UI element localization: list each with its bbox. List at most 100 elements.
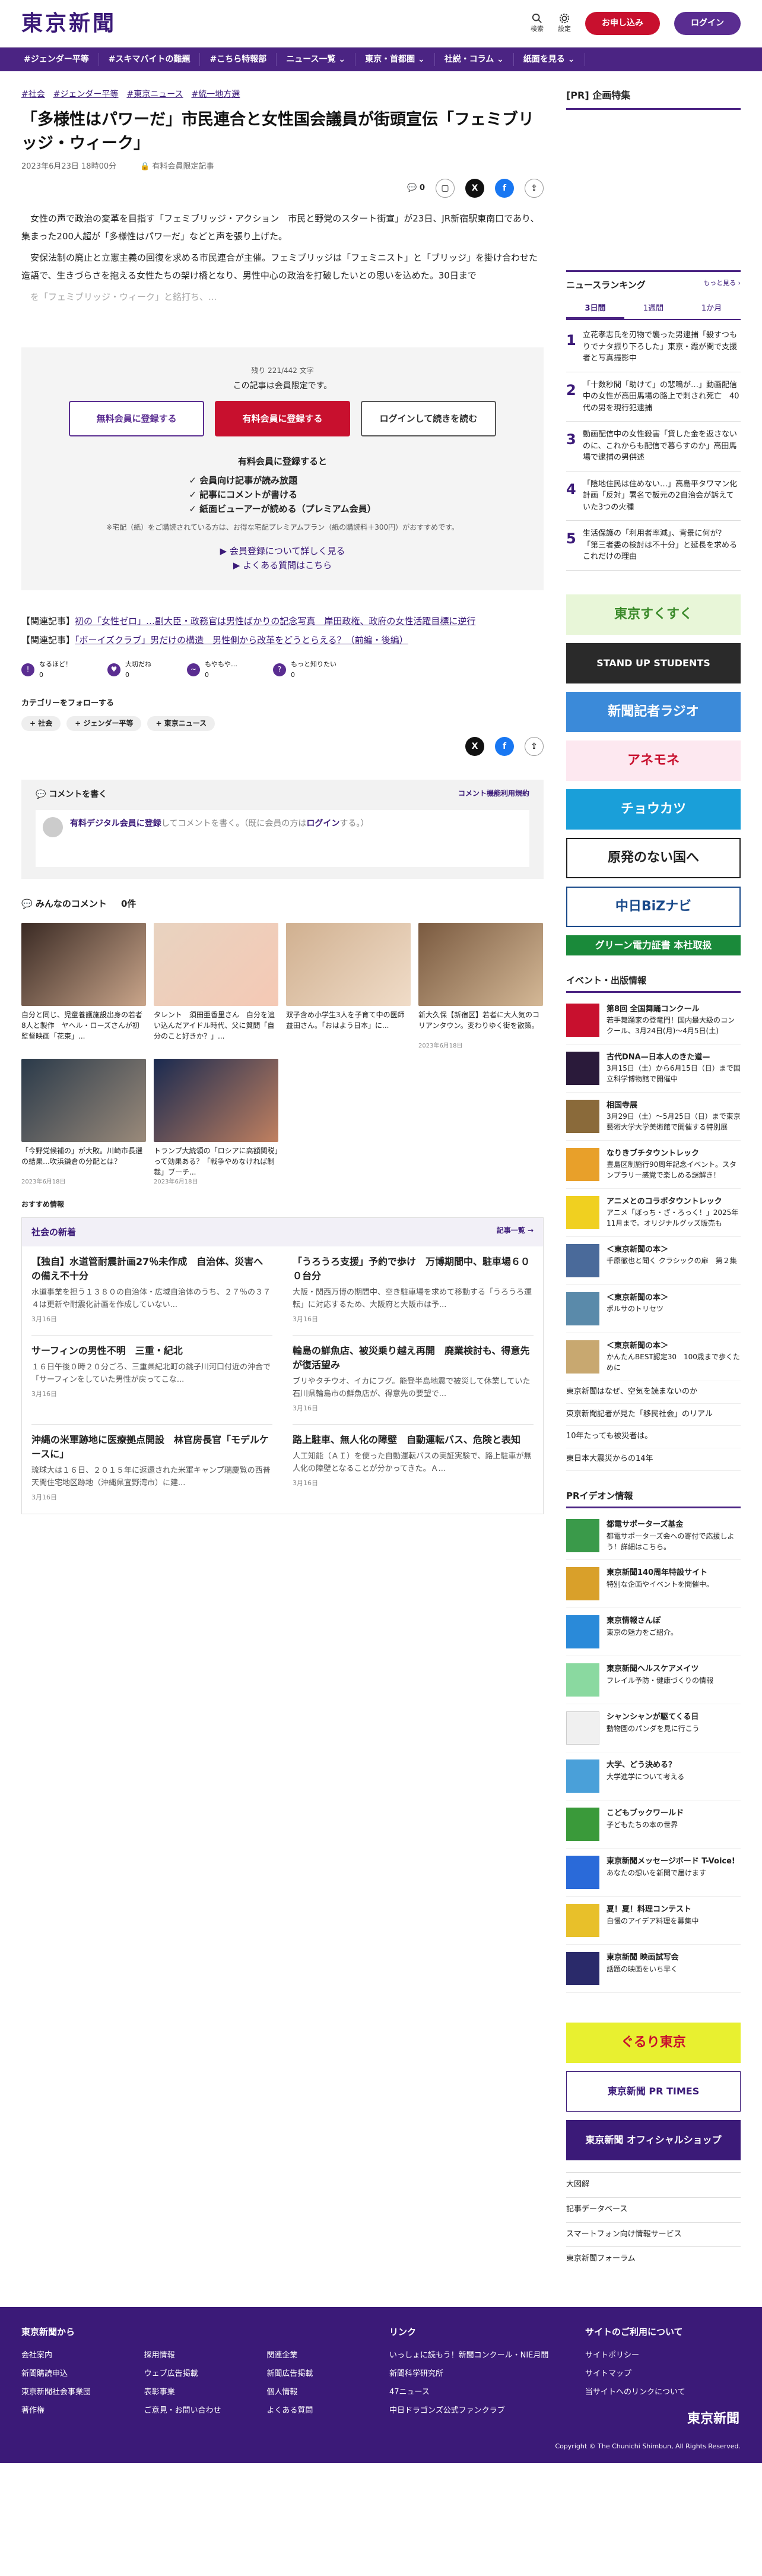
tag-link[interactable]: #ジェンダー平等 bbox=[53, 88, 119, 101]
login-button[interactable]: ログイン bbox=[674, 12, 741, 35]
sidebar-link[interactable]: 東京新聞フォーラム bbox=[566, 2246, 741, 2271]
footer-link[interactable]: いっしょに読もう！新聞コンクール・NIE月間 bbox=[389, 2350, 561, 2362]
related-link[interactable]: 初の「女性ゼロ」…副大臣・政務官は男性ばかりの記念写真 岸田政権、政府の女性活躍… bbox=[75, 616, 475, 626]
facebook-share-icon[interactable]: f bbox=[495, 737, 514, 757]
nav-item[interactable]: 東京・首都圏 ⌄ bbox=[355, 52, 435, 67]
ranking-more-link[interactable]: もっと見る › bbox=[703, 278, 741, 292]
event-item[interactable]: なりきブチタウントレック 豊島区制施行90周年記念イベント。スタンプラリー感覚で楽… bbox=[566, 1141, 741, 1189]
news-item[interactable]: 路上駐車、無人化の障壁 自動運転バス、危険と表知 人工知能（ＡＩ）を使った自動運転… bbox=[293, 1425, 534, 1514]
footer-link[interactable]: サイトポリシー bbox=[585, 2350, 739, 2362]
footer-link[interactable]: 東京新聞社会事業団 bbox=[21, 2387, 120, 2399]
photo-card[interactable]: タレント 須田亜香里さん 自分を追い込んだアイドル時代、父に質問「自分のこと好き… bbox=[154, 922, 278, 1051]
news-item[interactable]: 沖縄の米軍跡地に医療拠点開設 林官房長官「モデルケースに」 琉球大は１６日、２０１… bbox=[31, 1425, 272, 1514]
site-logo[interactable]: 東京新聞 bbox=[21, 7, 116, 41]
event-item[interactable]: ＜東京新聞の本＞ 千原徹也と聞く クラシックの扉 第２集 bbox=[566, 1237, 741, 1285]
pr-item[interactable]: 大学、どう決める？ 大学進学について考える bbox=[566, 1752, 741, 1801]
nav-item[interactable]: ニュース一覧 ⌄ bbox=[277, 52, 356, 67]
reaction-naruhodo[interactable]: ! なるほど！ 0 bbox=[21, 659, 72, 680]
faq-link[interactable]: ▶ よくある質問はこちら bbox=[233, 560, 332, 571]
footer-link[interactable]: 新聞広告掲載 bbox=[266, 2368, 366, 2381]
comment-input[interactable]: 有料デジタル会員に登録してコメントを書く。（既に会員の方はログインする。） bbox=[36, 809, 529, 867]
paid-register-button[interactable]: 有料会員に登録する bbox=[215, 401, 350, 437]
banner-prtimes[interactable]: 東京新聞 PR TIMES bbox=[566, 2071, 741, 2112]
banner-chokatsu[interactable]: チョウカツ bbox=[566, 789, 741, 830]
event-item[interactable]: ＜東京新聞の本＞ ポルサのトリセツ bbox=[566, 1285, 741, 1333]
footer-link[interactable]: 著作権 bbox=[21, 2405, 120, 2417]
footer-link[interactable]: 会社案内 bbox=[21, 2350, 120, 2362]
footer-link[interactable]: 47ニュース bbox=[389, 2387, 561, 2399]
banner-genpatsu[interactable]: 原発のない国へ bbox=[566, 837, 741, 878]
banner-shop[interactable]: 東京新聞 オフィシャルショップ bbox=[566, 2120, 741, 2161]
footer-link[interactable]: サイトマップ bbox=[585, 2368, 739, 2381]
photo-card[interactable]: 双子含め小学生3人を子育て中の医師 益田さん。「おはよう日本」に... bbox=[286, 922, 411, 1051]
footer-link[interactable]: 当サイトへのリンクについて bbox=[585, 2387, 739, 2399]
news-more-link[interactable]: 記事一覧 → bbox=[497, 1225, 534, 1239]
event-item[interactable]: 相国寺展 3月29日（土）〜5月25日（日）まで東京藝術大学大学美術館で開催する特… bbox=[566, 1093, 741, 1141]
ranking-tab-3days[interactable]: 3日間 bbox=[566, 300, 624, 319]
pr-item[interactable]: 夏！夏！料理コンテスト 自慢のアイデア料理を募集中 bbox=[566, 1897, 741, 1945]
banner-radio[interactable]: 新聞記者ラジオ bbox=[566, 691, 741, 732]
banner-gururi[interactable]: ぐるり東京 bbox=[566, 2023, 741, 2064]
footer-link[interactable]: 新聞科学研究所 bbox=[389, 2368, 561, 2381]
tag-link[interactable]: #東京ニュース bbox=[126, 88, 183, 101]
sidebar-link[interactable]: 大図解 bbox=[566, 2172, 741, 2197]
news-item[interactable]: 【独自】水道管耐震計画27％未作成 自治体、災害への備え不十分 水道事業を担う１３… bbox=[31, 1246, 272, 1336]
tag-link[interactable]: #統一地方選 bbox=[192, 88, 240, 101]
news-item[interactable]: サーフィンの男性不明 三重・紀北 １６日午後０時２０分ごろ、三重県紀北町の銚子川河… bbox=[31, 1336, 272, 1425]
event-item[interactable]: アニメとのコラボタウントレック アニメ「ぼっち・ざ・ろっく！」2025年11月まで… bbox=[566, 1189, 741, 1237]
photo-card[interactable]: 「今野党候補の」が大敗。川崎市長選の結果…吹浜鎌倉の分配とは？ 2023年6月18… bbox=[21, 1058, 146, 1187]
sidebar-link[interactable]: 記事データベース bbox=[566, 2197, 741, 2222]
footer-link[interactable]: 採用情報 bbox=[144, 2350, 243, 2362]
nav-item[interactable]: 社説・コラム ⌄ bbox=[435, 52, 514, 67]
follow-chip[interactable]: + ジェンダー平等 bbox=[66, 716, 142, 732]
pr-item[interactable]: 東京新聞ヘルスケアメイツ フレイル予防・健康づくりの情報 bbox=[566, 1656, 741, 1705]
comment-rules-link[interactable]: コメント機能利用規約 bbox=[458, 788, 529, 801]
footer-link[interactable]: 新聞購読申込 bbox=[21, 2368, 120, 2381]
book-link[interactable]: 東京新聞記者が見た「移民社会」のリアル bbox=[566, 1404, 741, 1426]
nav-item[interactable]: 紙面を見る ⌄ bbox=[514, 52, 585, 67]
pr-item[interactable]: 東京新聞 映画試写会 話題の映画をいち早く bbox=[566, 1945, 741, 1993]
settings-button[interactable]: 設定 bbox=[558, 13, 571, 34]
footer-link[interactable]: よくある質問 bbox=[266, 2405, 366, 2417]
event-item[interactable]: 古代DNA—日本人のきた道— 3月15日（土）から6月15日（日）まで国立科学博物… bbox=[566, 1045, 741, 1093]
pr-item[interactable]: 東京新聞140周年特設サイト 特別な企画やイベントを開催中。 bbox=[566, 1560, 741, 1609]
book-link[interactable]: 東京新聞はなぜ、空気を読まないのか bbox=[566, 1381, 741, 1404]
x-share-icon[interactable]: X bbox=[465, 179, 484, 198]
book-link[interactable]: 10年たっても被災者は。 bbox=[566, 1426, 741, 1449]
pr-item[interactable]: シャンシャンが駆てくる日 動物園のパンダを見に行こう bbox=[566, 1704, 741, 1753]
login-continue-button[interactable]: ログインして続きを読む bbox=[360, 401, 496, 437]
footer-link[interactable]: ご意見・お問い合わせ bbox=[144, 2405, 243, 2417]
bookmark-icon[interactable]: ▢ bbox=[436, 179, 455, 198]
footer-link[interactable]: 中日ドラゴンズ公式ファンクラブ bbox=[389, 2405, 561, 2417]
search-button[interactable]: 検索 bbox=[531, 13, 544, 34]
pr-item[interactable]: 都電サポーターズ基金 都電サポーターズ会への寄付で応援しよう！詳細はこちら。 bbox=[566, 1512, 741, 1561]
event-item[interactable]: ＜東京新聞の本＞ かんたんBEST認定30 100歳まで歩くために bbox=[566, 1333, 741, 1381]
footer-link[interactable]: 表彰事業 bbox=[144, 2387, 243, 2399]
reaction-moyamoya[interactable]: ~ もやもや… 0 bbox=[187, 659, 237, 680]
nav-item[interactable]: #スキマバイトの難題 bbox=[99, 52, 201, 67]
pr-item[interactable]: 東京情報さんぽ 東京の魅力をご紹介。 bbox=[566, 1608, 741, 1657]
photo-card[interactable]: 自分と同じ、児童養護施設出身の若者8人と製作 ヤヘル・ローズさんが初監督映画「花… bbox=[21, 922, 146, 1051]
share-icon[interactable]: ⇪ bbox=[525, 179, 544, 198]
reaction-taisetsu[interactable]: ♥ 大切だね 0 bbox=[107, 659, 151, 680]
ranking-item[interactable]: 4 「陰地住民は住めない…」高島平タワマン化計画「反対」署名で板元の2自治会が訴え… bbox=[566, 471, 741, 521]
banner-anemone[interactable]: アネモネ bbox=[566, 740, 741, 781]
related-link[interactable]: 「ボーイズクラブ」男だけの構造 男性側から改革をどうとらえる？（前編・後編） bbox=[75, 635, 408, 645]
pr-item[interactable]: こどもブックワールド 子どもたちの本の世界 bbox=[566, 1800, 741, 1849]
register-link[interactable]: 有料デジタル会員に登録 bbox=[70, 819, 161, 828]
nav-item[interactable]: #ジェンダー平等 bbox=[14, 52, 99, 67]
footer-link[interactable]: 関連企業 bbox=[266, 2350, 366, 2362]
follow-chip[interactable]: + 社会 bbox=[21, 716, 61, 732]
event-item[interactable]: 第8回 全国舞踊コンクール 若手舞踊家の登竜門！国内最大級のコンクール、3月24日… bbox=[566, 996, 741, 1045]
news-item[interactable]: 輪島の鮮魚店、被災乗り越え再開 廃業検討も、得意先が復活望み ブリやタチウオ、イカ… bbox=[293, 1336, 534, 1425]
membership-info-link[interactable]: ▶ 会員登録について詳しく見る bbox=[220, 546, 345, 556]
follow-chip[interactable]: + 東京ニュース bbox=[147, 716, 215, 732]
comment-login-link[interactable]: ログイン bbox=[306, 819, 339, 828]
share-icon[interactable]: ⇪ bbox=[525, 737, 544, 757]
ranking-item[interactable]: 2 「十数秒間「助けて」の悲鳴が…」動画配信中の女性が高田馬場の路上で刺され死亡 … bbox=[566, 372, 741, 422]
banner-sukusuku[interactable]: 東京すくすく bbox=[566, 594, 741, 635]
reaction-motto[interactable]: ? もっと知りたい 0 bbox=[273, 659, 336, 680]
x-share-icon[interactable]: X bbox=[465, 737, 484, 757]
subscribe-button[interactable]: お申し込み bbox=[585, 12, 660, 35]
ranking-item[interactable]: 5 生活保護の「利用者率減」、背景に何が？「第三者委の検討は不十分」と延長を求める… bbox=[566, 521, 741, 571]
